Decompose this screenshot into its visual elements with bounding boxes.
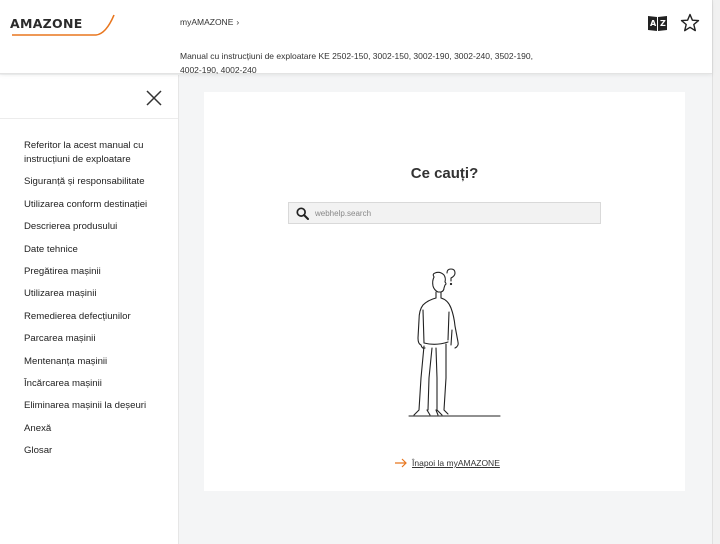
sidebar-nav: Referitor la acest manual cu instrucțiun… <box>0 139 178 458</box>
sidebar-item-safety[interactable]: Siguranță și responsabilitate <box>0 175 178 189</box>
sidebar-item-disposal[interactable]: Eliminarea mașinii la deșeuri <box>0 399 178 413</box>
breadcrumb-separator: › <box>236 17 240 27</box>
sidebar-item-loading[interactable]: Încărcarea mașinii <box>0 377 178 391</box>
breadcrumb: myAMAZONE › <box>180 17 239 27</box>
amazone-logo[interactable]: AMAZONE <box>10 12 118 38</box>
sidebar-item-appendix[interactable]: Anexă <box>0 422 178 436</box>
search-card: Ce cauți? webhelp.search Înapoi la myAMA… <box>204 92 685 491</box>
sidebar-item-troubleshooting[interactable]: Remedierea defecțiunilor <box>0 310 178 324</box>
sidebar-item-glossary[interactable]: Glosar <box>0 444 178 458</box>
page-title: Ce cauți? <box>410 165 479 182</box>
back-link-label: Înapoi la myAMAZONE <box>412 458 500 468</box>
sidebar-item-machine-preparation[interactable]: Pregătirea mașinii <box>0 265 178 279</box>
questioning-person-illustration <box>394 250 504 425</box>
document-title: Manual cu instrucțiuni de exploatare KE … <box>180 51 534 75</box>
logo-swoosh-icon <box>12 14 115 36</box>
search-input[interactable] <box>315 208 585 218</box>
arrow-right-icon <box>395 458 407 468</box>
sidebar-item-technical-data[interactable]: Date tehnice <box>0 243 178 257</box>
search-icon[interactable] <box>291 203 313 223</box>
main-content: Ce cauți? webhelp.search Înapoi la myAMA… <box>179 75 712 544</box>
svg-text:A: A <box>650 19 657 28</box>
glossary-book-icon[interactable]: A Z <box>646 12 668 34</box>
sidebar-item-machine-use[interactable]: Utilizarea mașinii <box>0 287 178 301</box>
favorite-star-icon[interactable] <box>679 12 701 34</box>
svg-text:Z: Z <box>660 19 666 28</box>
sidebar-item-maintenance[interactable]: Mentenanța mașinii <box>0 355 178 369</box>
sidebar-item-product-description[interactable]: Descrierea produsului <box>0 220 178 234</box>
back-to-myamazone-link[interactable]: Înapoi la myAMAZONE <box>394 458 500 468</box>
sidebar-item-intended-use[interactable]: Utilizarea conform destinației <box>0 198 178 212</box>
breadcrumb-home-link[interactable]: myAMAZONE <box>180 17 233 27</box>
sidebar: Referitor la acest manual cu instrucțiun… <box>0 75 179 544</box>
vertical-scrollbar[interactable] <box>712 0 720 544</box>
close-icon[interactable] <box>143 87 165 109</box>
sidebar-item-about-manual[interactable]: Referitor la acest manual cu instrucțiun… <box>0 139 178 167</box>
top-header: AMAZONE myAMAZONE › Manual cu instrucțiu… <box>0 0 712 75</box>
sidebar-top-bar <box>0 75 178 119</box>
search-box[interactable] <box>288 202 601 224</box>
sidebar-item-parking[interactable]: Parcarea mașinii <box>0 332 178 346</box>
